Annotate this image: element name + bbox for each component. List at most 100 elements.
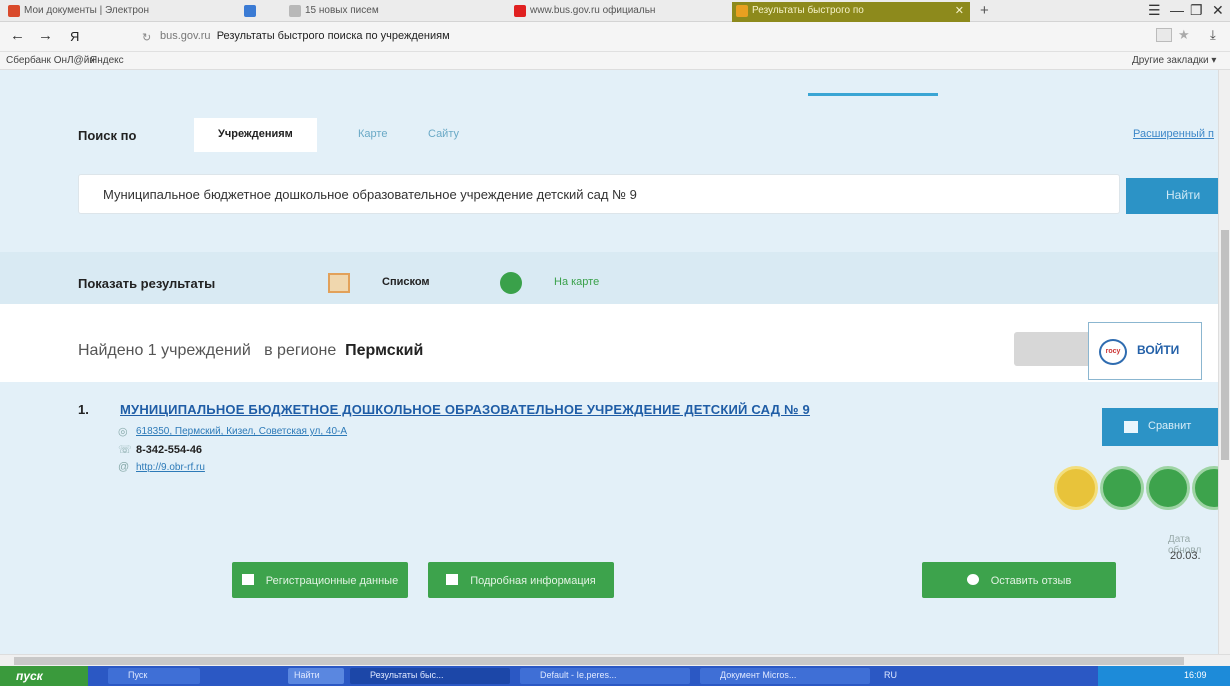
restore-icon[interactable]: ❐ [1190, 2, 1203, 19]
map-view-option[interactable]: На карте [554, 276, 599, 288]
update-date-value: 20.03. [1170, 550, 1201, 562]
start-button[interactable]: пуск [0, 666, 88, 686]
vertical-scrollbar[interactable] [1218, 70, 1230, 654]
tab-favicon-icon [736, 5, 748, 17]
find-button-label: Найти [1166, 188, 1201, 202]
compare-button[interactable]: Сравнит [1102, 408, 1218, 446]
minimize-icon[interactable]: — [1170, 2, 1184, 18]
login-button[interactable]: госу ВОЙТИ [1088, 322, 1202, 380]
taskbar-item-ie[interactable]: Пуск [108, 668, 200, 684]
page-content: Поиск по Учреждениям Карте Сайту Расшире… [0, 70, 1218, 654]
result-website-link[interactable]: http://9.obr-rf.ru [136, 462, 205, 473]
registration-label: Регистрационные данные [265, 575, 399, 587]
feedback-label: Оставить отзыв [990, 575, 1072, 587]
back-icon[interactable]: ← [10, 27, 25, 44]
language-indicator[interactable]: RU [884, 670, 897, 680]
browser-tab-pinned[interactable] [240, 2, 270, 22]
login-label: ВОЙТИ [1137, 343, 1180, 357]
website-icon: @ [118, 461, 130, 473]
address-bar: ← → Я ↻ bus.gov.ru Результаты быстрого п… [0, 22, 1230, 52]
results-count: Найдено 1 учреждений в регионе Пермский [78, 342, 423, 360]
reader-mode-icon[interactable] [1156, 28, 1172, 42]
windows-taskbar: пуск Пуск Найти Результаты быс... Defaul… [0, 666, 1230, 686]
taskbar-item-paint[interactable]: Default - Ie.peres... [520, 668, 690, 684]
scrollbar-thumb[interactable] [1221, 230, 1229, 460]
result-title-link[interactable]: МУНИЦИПАЛЬНОЕ БЮДЖЕТНОЕ ДОШКОЛЬНОЕ ОБРАЗ… [120, 402, 810, 417]
search-input[interactable]: Муниципальное бюджетное дошкольное образ… [78, 174, 1120, 214]
gosuslugi-icon: госу [1099, 339, 1127, 365]
horizontal-scrollbar[interactable] [0, 654, 1230, 666]
region-label: в регионе [264, 342, 337, 359]
result-address-link[interactable]: 618350, Пермский, Кизел, Советская ул, 4… [136, 426, 347, 437]
info-circle-icon[interactable] [1146, 466, 1190, 510]
bookmark-star-icon[interactable]: ★ [1178, 27, 1190, 43]
download-icon[interactable]: ⤓ [1210, 27, 1216, 43]
region-name: Пермский [345, 342, 424, 359]
advanced-search-link[interactable]: Расширенный п [1133, 128, 1214, 140]
result-phone: 8-342-554-46 [136, 444, 203, 456]
system-tray: 16:09 [1098, 666, 1230, 686]
close-window-icon[interactable]: ✕ [1212, 2, 1224, 19]
bookmarks-bar: Сбербанк ОнЛ@йн Яндекс Другие закладки ▾ [0, 52, 1230, 70]
found-count-text: Найдено 1 учреждений [78, 342, 251, 359]
taskbar-label: Пуск [128, 670, 148, 680]
rating-circle-icon[interactable] [1054, 466, 1098, 510]
mail-icon [289, 5, 301, 17]
start-label: пуск [16, 669, 43, 683]
speech-bubble-icon [966, 574, 979, 585]
result-card [0, 382, 1218, 654]
tab-label: Результаты быстрого по [752, 5, 864, 16]
tab-label: Мои документы | Электрон [24, 5, 149, 16]
detailed-info-button[interactable]: Подробная информация [428, 562, 614, 598]
checkbox-icon [1124, 421, 1138, 433]
tab-site[interactable]: Сайту [428, 128, 459, 140]
scrollbar-thumb[interactable] [14, 657, 1184, 665]
calendar-icon [241, 574, 254, 585]
taskbar-label: Результаты быс... [370, 670, 444, 680]
document-icon [446, 574, 459, 585]
list-view-option[interactable]: Списком [382, 276, 430, 288]
details-label: Подробная информация [470, 575, 596, 587]
map-pin-icon[interactable] [500, 272, 522, 294]
compare-label: Сравнит [1148, 420, 1192, 432]
close-tab-icon[interactable]: ✕ [955, 2, 964, 20]
bookmark-sberbank[interactable]: Сбербанк ОнЛ@йн [6, 55, 95, 66]
other-bookmarks[interactable]: Другие закладки ▾ [1132, 55, 1216, 66]
taskbar-label: Default - Ie.peres... [540, 670, 617, 680]
taskbar-item-browser[interactable]: Результаты быс... [350, 668, 510, 684]
tab-map[interactable]: Карте [358, 128, 387, 140]
location-icon: ◎ [118, 426, 128, 438]
show-results-label: Показать результаты [78, 276, 216, 291]
url-field[interactable]: bus.gov.ru Результаты быстрого поиска по… [160, 30, 450, 42]
clock[interactable]: 16:09 [1184, 670, 1207, 680]
yandex-logo-icon[interactable]: Я [70, 29, 79, 44]
reload-icon[interactable]: ↻ [142, 31, 151, 44]
browser-tab-bus-gov[interactable]: www.bus.gov.ru официальн [510, 2, 724, 22]
taskbar-item-find[interactable]: Найти [288, 668, 344, 684]
registration-data-button[interactable]: Регистрационные данные [232, 562, 408, 598]
leave-feedback-button[interactable]: Оставить отзыв [922, 562, 1116, 598]
chat-circle-icon[interactable] [1100, 466, 1144, 510]
bookmark-yandex[interactable]: Яндекс [90, 55, 124, 66]
browser-tab-active[interactable]: Результаты быстрого по ✕ [732, 2, 970, 22]
yandex-icon [514, 5, 526, 17]
header-fragment [808, 70, 938, 96]
tab-favicon-icon [244, 5, 256, 17]
find-button[interactable]: Найти [1126, 178, 1218, 214]
forward-icon[interactable]: → [38, 27, 53, 44]
url-host: bus.gov.ru [160, 30, 211, 42]
new-tab-button[interactable]: + [980, 2, 989, 19]
search-by-label: Поиск по [78, 128, 137, 143]
result-number: 1. [78, 402, 89, 417]
taskbar-label: Документ Micros... [720, 670, 797, 680]
tab-label: www.bus.gov.ru официальн [530, 5, 656, 16]
browser-tab-mail[interactable]: 15 новых писем [285, 2, 425, 22]
browser-tab-my-documents[interactable]: Мои документы | Электрон [4, 2, 150, 22]
menu-icon[interactable]: ☰ [1148, 2, 1161, 19]
tab-institutions[interactable]: Учреждениям [194, 118, 317, 152]
grey-action-button[interactable] [1014, 332, 1096, 366]
taskbar-item-word[interactable]: Документ Micros... [700, 668, 870, 684]
tab-label: 15 новых писем [305, 5, 379, 16]
taskbar-label: Найти [294, 670, 320, 680]
list-view-icon[interactable] [328, 273, 350, 293]
